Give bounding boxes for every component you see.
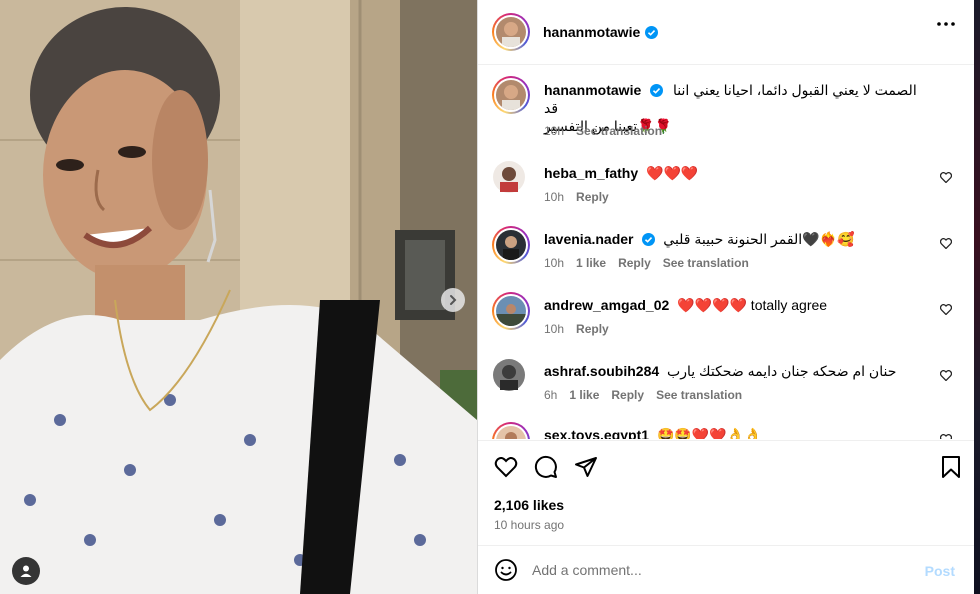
author-username[interactable]: hananmotawie — [543, 24, 640, 40]
caption-username[interactable]: hananmotawie — [544, 82, 641, 98]
post-image — [0, 0, 477, 594]
author-avatar[interactable] — [492, 13, 530, 51]
comment-likes[interactable]: 1 like — [576, 256, 606, 270]
comment-time: 10h — [544, 190, 565, 204]
commenter-avatar[interactable] — [492, 422, 530, 439]
commenter-avatar[interactable] — [492, 358, 526, 397]
verified-badge-icon — [642, 233, 656, 246]
save-bookmark-icon[interactable] — [941, 455, 961, 479]
comment-username[interactable]: ashraf.soubih284 — [544, 363, 659, 379]
comment-item: lavenia.nader القمر الحنونة حبيبة قلبي🖤❤… — [492, 226, 962, 276]
comment-bubble-icon[interactable] — [534, 455, 558, 479]
caption: hananmotawie الصمت لا يعني القبول دائما،… — [492, 76, 962, 138]
comment-likes[interactable]: 1 like — [569, 388, 599, 402]
likes-count[interactable]: 2,106 likes — [494, 497, 564, 513]
post-modal: hananmotawie hananmotawie الصمت لا يعني … — [0, 0, 980, 594]
tagged-users-button[interactable] — [12, 557, 40, 585]
chevron-right-icon — [450, 295, 457, 305]
comment-time: 6h — [544, 388, 558, 402]
reply-button[interactable]: Reply — [618, 256, 651, 270]
caption-see-translation[interactable]: See translation — [576, 124, 662, 138]
post-header: hananmotawie — [478, 0, 975, 65]
comment-text: 🤩🤩❤️❤️👌👌 — [656, 427, 762, 439]
comment-item: heba_m_fathy ❤️❤️❤️ 10h Reply — [492, 160, 962, 210]
comments-list[interactable]: hananmotawie الصمت لا يعني القبول دائما،… — [478, 66, 975, 439]
post-time: 10 hours ago — [494, 518, 565, 532]
comment-input[interactable] — [532, 562, 912, 578]
commenter-avatar[interactable] — [492, 160, 526, 199]
commenter-avatar[interactable] — [492, 292, 530, 330]
see-translation-button[interactable]: See translation — [656, 388, 742, 402]
comment-item: ashraf.soubih284 حنان ام ضحكه جنان دايمه… — [492, 358, 962, 408]
comment-text: ❤️❤️❤️ — [646, 165, 699, 181]
comment-time: 10h — [544, 256, 565, 270]
post-side-panel: hananmotawie hananmotawie الصمت لا يعني … — [477, 0, 980, 594]
comment-text: حنان ام ضحكه جنان دايمه ضحكتك يارب — [667, 363, 897, 379]
post-actions: 2,106 likes 10 hours ago — [478, 440, 975, 540]
post-comment-button[interactable]: Post — [925, 563, 955, 579]
reply-button[interactable]: Reply — [576, 322, 609, 336]
comment-username[interactable]: heba_m_fathy — [544, 165, 638, 181]
comment-item: andrew_amgad_02 ❤️❤️❤️❤️ totally agree 1… — [492, 292, 962, 342]
comment-item: sex.toys.egypt1 🤩🤩❤️❤️👌👌 — [492, 422, 962, 439]
verified-badge-icon — [645, 25, 659, 39]
like-heart-icon[interactable] — [494, 455, 518, 479]
comment-username[interactable]: lavenia.nader — [544, 231, 634, 247]
verified-badge-icon — [650, 84, 664, 97]
reply-button[interactable]: Reply — [611, 388, 644, 402]
like-comment-heart-icon[interactable] — [940, 434, 952, 439]
caption-time: 10h — [544, 124, 565, 138]
share-paper-plane-icon[interactable] — [574, 455, 598, 479]
caption-avatar[interactable] — [492, 76, 530, 114]
post-photo[interactable] — [0, 0, 477, 594]
more-options-icon[interactable] — [937, 22, 955, 26]
user-icon — [20, 565, 32, 577]
like-comment-heart-icon[interactable] — [940, 238, 952, 249]
like-comment-heart-icon[interactable] — [940, 370, 952, 381]
see-translation-button[interactable]: See translation — [663, 256, 749, 270]
background-edge — [974, 0, 980, 594]
like-comment-heart-icon[interactable] — [940, 172, 952, 183]
comment-username[interactable]: andrew_amgad_02 — [544, 297, 669, 313]
reply-button[interactable]: Reply — [576, 190, 609, 204]
comment-composer: Post — [478, 545, 975, 594]
commenter-avatar[interactable] — [492, 226, 530, 264]
comment-text: القمر الحنونة حبيبة قلبي🖤❤️‍🔥🥰 — [663, 231, 855, 247]
comment-text: ❤️❤️❤️❤️ totally agree — [677, 297, 828, 313]
like-comment-heart-icon[interactable] — [940, 304, 952, 315]
comment-username[interactable]: sex.toys.egypt1 — [544, 427, 649, 439]
comment-time: 10h — [544, 322, 565, 336]
next-photo-button[interactable] — [441, 288, 465, 312]
emoji-smiley-icon[interactable] — [494, 558, 518, 582]
